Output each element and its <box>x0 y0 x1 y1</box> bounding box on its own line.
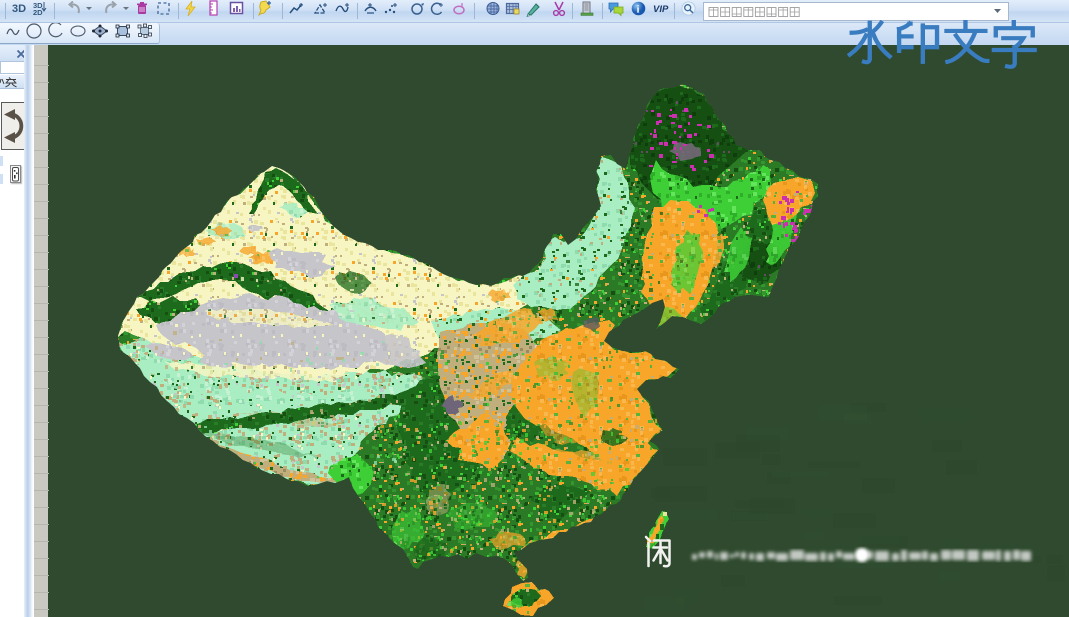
svg-text:2D: 2D <box>33 8 43 16</box>
svg-text:VIP: VIP <box>653 4 669 15</box>
svg-text:3D: 3D <box>12 3 26 15</box>
svg-text:i: i <box>637 4 640 15</box>
